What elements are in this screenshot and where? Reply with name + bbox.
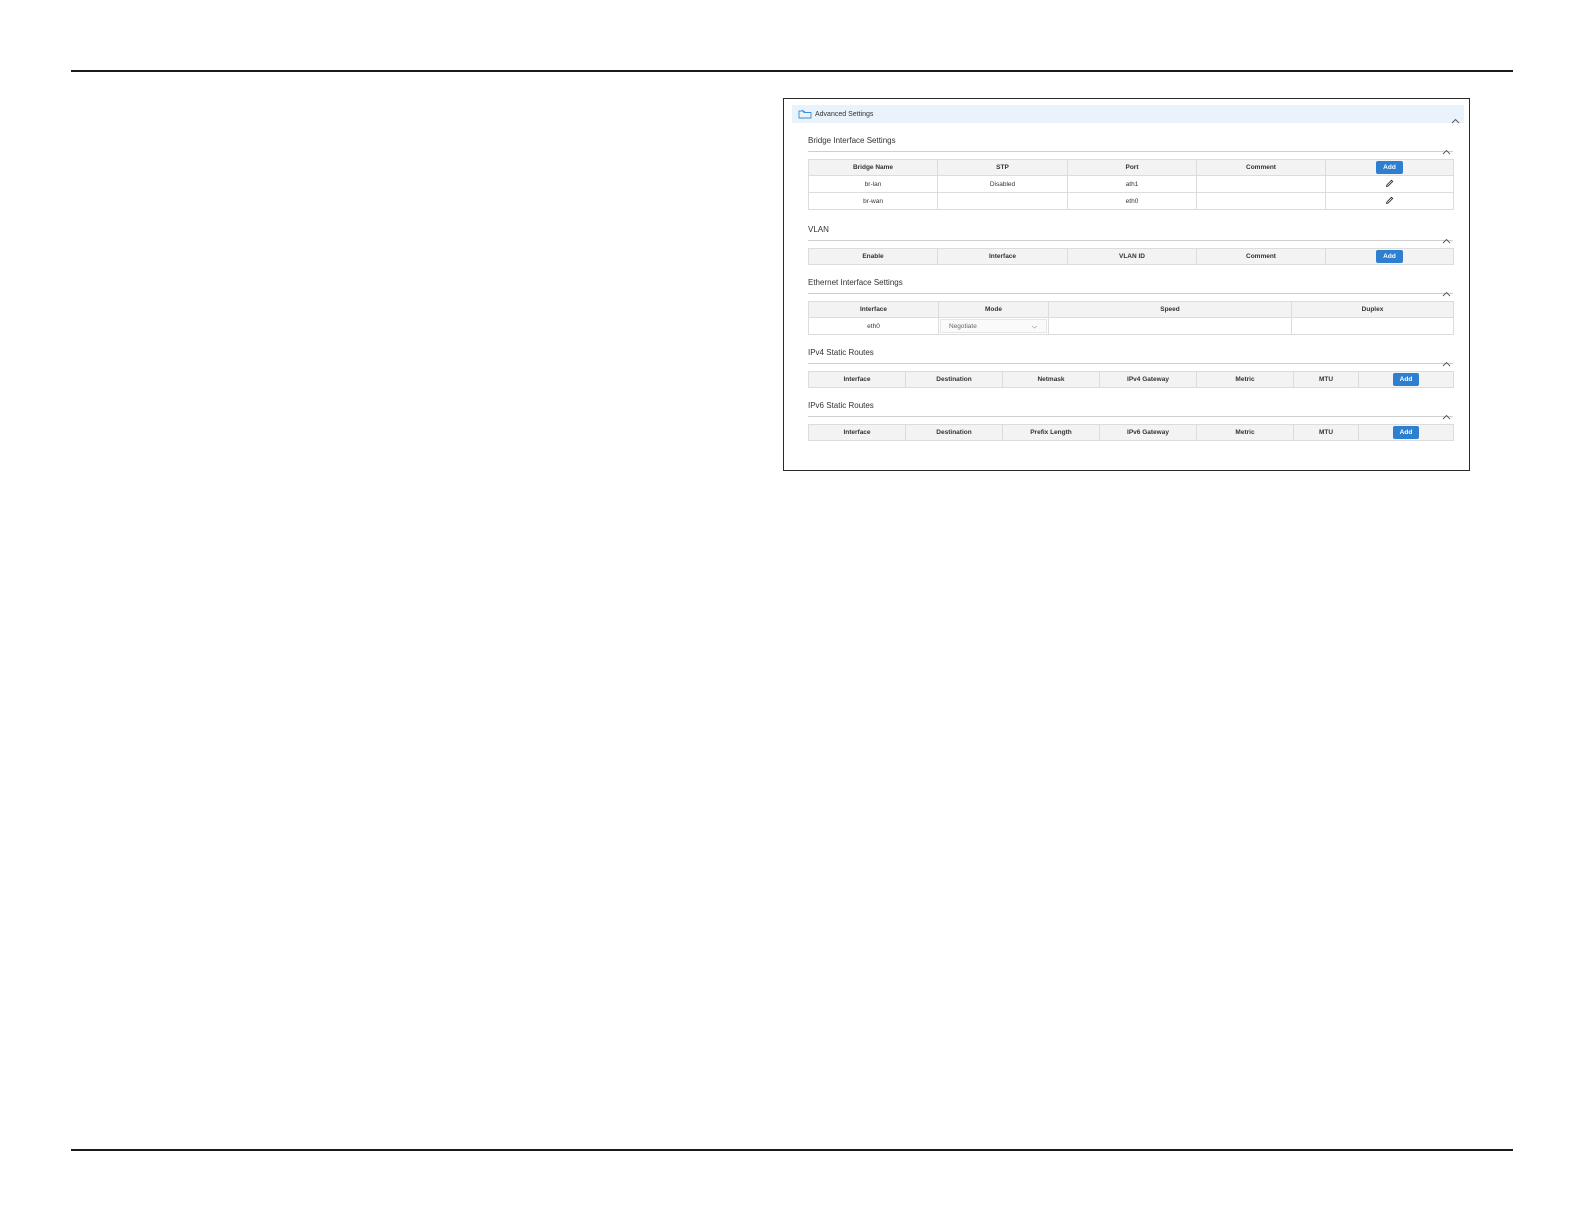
column-header: Duplex	[1291, 301, 1454, 318]
stp-cell	[937, 192, 1068, 210]
table-header-row: Interface Destination Netmask IPv4 Gatew…	[808, 371, 1454, 388]
column-header: IPv6 Gateway	[1099, 424, 1197, 441]
column-header: Destination	[905, 424, 1003, 441]
column-header: Prefix Length	[1002, 424, 1100, 441]
column-header: Comment	[1196, 248, 1326, 265]
add-ipv6-route-button[interactable]: Add	[1392, 426, 1420, 439]
vlan-table: Enable Interface VLAN ID Comment Add	[808, 248, 1454, 265]
folder-icon	[798, 109, 812, 119]
column-header: Interface	[808, 371, 906, 388]
column-header: MTU	[1293, 424, 1359, 441]
ipv4-routes-title: IPv4 Static Routes	[808, 348, 874, 357]
collapse-chevron-icon[interactable]	[1442, 407, 1451, 420]
column-header: Interface	[808, 424, 906, 441]
column-header: Netmask	[1002, 371, 1100, 388]
edit-pencil-icon[interactable]	[1385, 196, 1394, 205]
column-header: MTU	[1293, 371, 1359, 388]
column-header: Comment	[1196, 159, 1326, 176]
ethernet-section-title: Ethernet Interface Settings	[808, 278, 903, 287]
section-divider	[808, 293, 1453, 294]
column-header: Interface	[937, 248, 1068, 265]
bridge-section-title: Bridge Interface Settings	[808, 136, 896, 145]
bridge-name-cell: br-wan	[808, 192, 938, 210]
column-header: IPv4 Gateway	[1099, 371, 1197, 388]
column-header: Destination	[905, 371, 1003, 388]
bridge-name-cell: br-lan	[808, 175, 938, 193]
column-header: STP	[937, 159, 1068, 176]
chevron-down-icon	[1031, 324, 1038, 329]
add-bridge-button[interactable]: Add	[1376, 161, 1403, 174]
column-header: Enable	[808, 248, 938, 265]
column-header: Speed	[1048, 301, 1292, 318]
edit-pencil-icon[interactable]	[1385, 179, 1394, 188]
collapse-chevron-icon[interactable]	[1442, 231, 1451, 244]
page-bottom-rule	[71, 1149, 1513, 1151]
column-header: Metric	[1196, 371, 1294, 388]
page-top-rule	[71, 70, 1513, 72]
port-cell: ath1	[1067, 175, 1197, 193]
section-divider	[808, 151, 1453, 152]
mode-select[interactable]: Negotiate	[940, 319, 1047, 333]
table-header-row: Bridge Name STP Port Comment Add	[808, 159, 1454, 176]
advanced-settings-title: Advanced Settings	[815, 110, 874, 118]
collapse-chevron-icon[interactable]	[1442, 142, 1451, 155]
speed-cell	[1048, 317, 1292, 335]
advanced-settings-panel: Advanced Settings Bridge Interface Setti…	[783, 98, 1470, 471]
section-divider	[808, 240, 1453, 241]
duplex-cell	[1291, 317, 1454, 335]
comment-cell	[1196, 175, 1326, 193]
vlan-section-title: VLAN	[808, 225, 829, 234]
column-header: Metric	[1196, 424, 1294, 441]
table-header-row: Enable Interface VLAN ID Comment Add	[808, 248, 1454, 265]
table-header-row: Interface Mode Speed Duplex	[808, 301, 1454, 318]
ipv6-routes-table: Interface Destination Prefix Length IPv6…	[808, 424, 1454, 441]
add-vlan-button[interactable]: Add	[1376, 250, 1403, 263]
ethernet-table: Interface Mode Speed Duplex eth0 Negotia…	[808, 301, 1454, 335]
interface-cell: eth0	[808, 317, 939, 335]
table-row: eth0 Negotiate	[808, 317, 1454, 335]
advanced-settings-header[interactable]: Advanced Settings	[792, 105, 1464, 124]
table-row: br-wan eth0	[808, 192, 1454, 210]
column-header: Interface	[808, 301, 939, 318]
port-cell: eth0	[1067, 192, 1197, 210]
table-header-row: Interface Destination Prefix Length IPv6…	[808, 424, 1454, 441]
ipv6-routes-title: IPv6 Static Routes	[808, 401, 874, 410]
column-header: Port	[1067, 159, 1197, 176]
bridge-table: Bridge Name STP Port Comment Add br-lan …	[808, 159, 1454, 210]
add-ipv4-route-button[interactable]: Add	[1392, 373, 1420, 386]
section-divider	[808, 416, 1453, 417]
stp-cell: Disabled	[937, 175, 1068, 193]
table-row: br-lan Disabled ath1	[808, 175, 1454, 193]
collapse-chevron-icon[interactable]	[1442, 284, 1451, 297]
column-header: Bridge Name	[808, 159, 938, 176]
collapse-chevron-icon[interactable]	[1442, 354, 1451, 367]
column-header: Mode	[938, 301, 1049, 318]
mode-select-value: Negotiate	[949, 322, 977, 330]
column-header: VLAN ID	[1067, 248, 1197, 265]
ipv4-routes-table: Interface Destination Netmask IPv4 Gatew…	[808, 371, 1454, 388]
section-divider	[808, 363, 1453, 364]
comment-cell	[1196, 192, 1326, 210]
collapse-chevron-icon[interactable]	[1451, 111, 1460, 124]
